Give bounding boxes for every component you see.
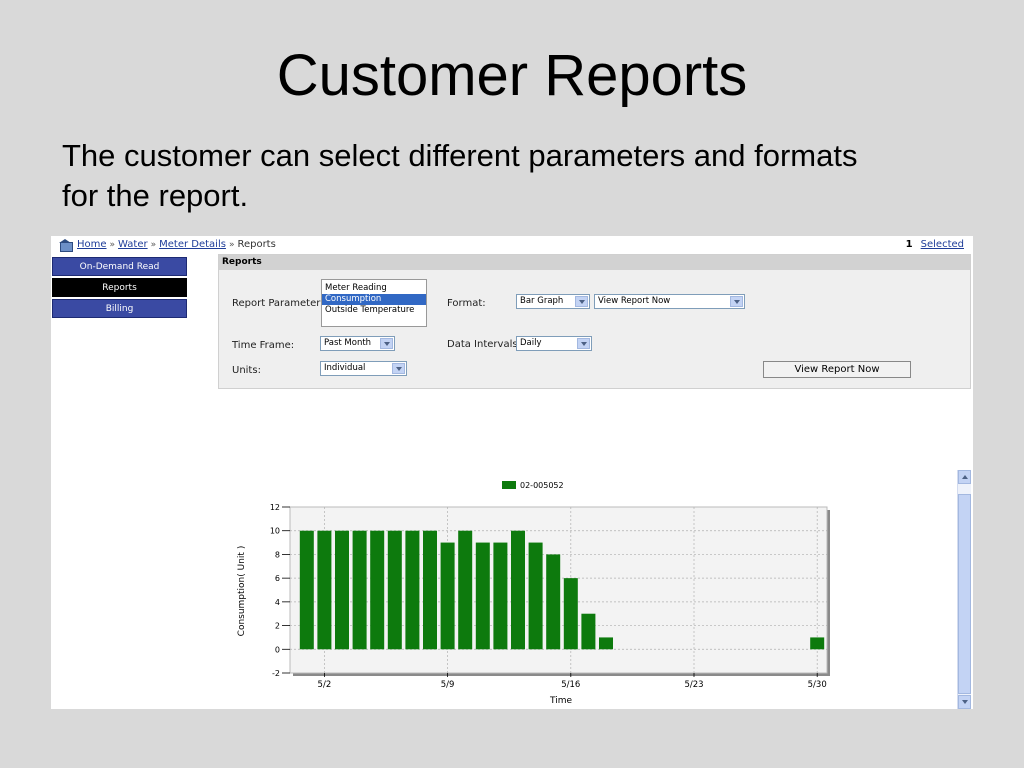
y-tick-label: -2	[272, 669, 280, 678]
x-tick-label: 5/23	[684, 680, 703, 690]
chart-bar	[458, 530, 473, 650]
x-axis-label: Time	[549, 696, 572, 706]
scroll-up-arrow-icon[interactable]	[958, 470, 971, 484]
chart-bar	[810, 637, 825, 650]
slide-title: Customer Reports	[276, 43, 748, 108]
y-tick-label: 8	[275, 550, 280, 559]
chart-bar	[493, 542, 508, 650]
chart-bar	[423, 530, 437, 650]
scroll-down-arrow-icon[interactable]	[958, 695, 971, 709]
chart-bar	[511, 530, 525, 650]
chart-bar	[405, 530, 420, 650]
y-axis: -2 0 2 4 6 8 10 12	[270, 503, 290, 678]
x-tick-label: 5/2	[318, 680, 332, 690]
x-tick-label: 5/9	[441, 680, 455, 690]
chart-scrollbar[interactable]	[957, 470, 971, 709]
chart-bar	[299, 530, 314, 650]
slide-subtitle: The customer can select different parame…	[62, 138, 858, 213]
y-tick-label: 4	[275, 598, 280, 607]
chart-bar	[335, 530, 349, 650]
x-tick-label: 5/30	[808, 680, 827, 690]
y-tick-label: 0	[275, 645, 280, 654]
y-axis-label: Consumption( Unit )	[237, 546, 247, 637]
chart-bar	[475, 542, 490, 650]
reports-screenshot: Home » Water » Meter Details » Reports 1…	[51, 236, 973, 709]
scrollbar-thumb[interactable]	[958, 494, 971, 694]
chart-bar	[563, 578, 578, 650]
chart-bar	[387, 530, 402, 650]
y-tick-label: 2	[275, 622, 280, 631]
x-tick-label: 5/16	[561, 680, 580, 690]
legend-label: 02-005052	[520, 481, 564, 490]
chart-bar	[317, 530, 332, 650]
chart-bar	[528, 542, 543, 650]
chart-bar	[440, 542, 455, 650]
y-tick-label: 12	[270, 503, 280, 512]
y-tick-label: 10	[270, 527, 280, 536]
y-tick-label: 6	[275, 574, 280, 583]
chart-bar	[599, 637, 613, 650]
consumption-chart: -2 0 2 4 6 8 10 12 5/2 5/9 5/16 5/23 5/30 02-005052…	[237, 481, 830, 706]
chart-bar	[581, 613, 596, 650]
chart-bar	[352, 530, 367, 650]
legend-swatch	[502, 481, 516, 489]
chart-bar	[546, 554, 561, 650]
chart-bar	[370, 530, 385, 650]
